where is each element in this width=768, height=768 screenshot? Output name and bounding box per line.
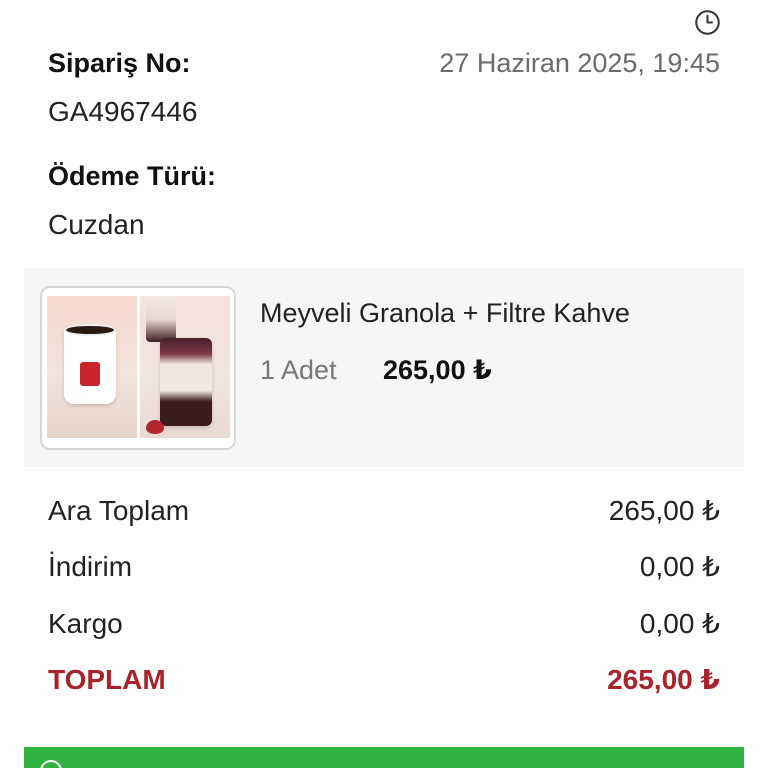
subtotal-label: Ara Toplam (48, 495, 190, 526)
cup-logo-shape (80, 362, 100, 386)
total-row: TOPLAM 265,00 ₺ (48, 663, 720, 696)
granola-cup-back-shape (146, 296, 176, 342)
subtotal-value: 265,00 ₺ (608, 495, 720, 526)
shipping-label: Kargo (48, 608, 123, 639)
product-image (40, 286, 236, 450)
subtotal-row: Ara Toplam 265,00 ₺ (48, 494, 720, 527)
order-header-row: Sipariş No: 27 Haziran 2025, 19:45 (48, 48, 720, 79)
total-value: 265,00 ₺ (607, 664, 720, 695)
granola-cup-shape (160, 338, 212, 426)
shipping-value: 0,00 ₺ (639, 608, 720, 639)
shipping-row: Kargo 0,00 ₺ (48, 607, 720, 640)
discount-value: 0,00 ₺ (639, 551, 720, 582)
discount-label: İndirim (48, 551, 133, 582)
order-number-label: Sipariş No: (48, 48, 191, 78)
payment-type-label: Ödeme Türü: (48, 161, 217, 191)
total-label: TOPLAM (48, 664, 166, 695)
order-date: 27 Haziran 2025, 19:45 (439, 48, 720, 78)
order-detail-page: Sipariş No: 27 Haziran 2025, 19:45 GA496… (0, 0, 768, 768)
item-price: 265,00 ₺ (383, 355, 492, 385)
payment-type-value: Cuzdan (48, 209, 145, 240)
strawberry-shape (146, 420, 164, 434)
item-name: Meyveli Granola + Filtre Kahve (260, 298, 630, 328)
clock-icon[interactable] (694, 9, 721, 36)
action-bar[interactable] (24, 747, 744, 768)
order-item-card[interactable]: Meyveli Granola + Filtre Kahve 1 Adet 26… (24, 268, 744, 467)
discount-row: İndirim 0,00 ₺ (48, 550, 720, 583)
order-number-value: GA4967446 (48, 96, 198, 127)
item-quantity: 1 Adet (260, 355, 337, 385)
coffee-surface-shape (64, 324, 116, 336)
